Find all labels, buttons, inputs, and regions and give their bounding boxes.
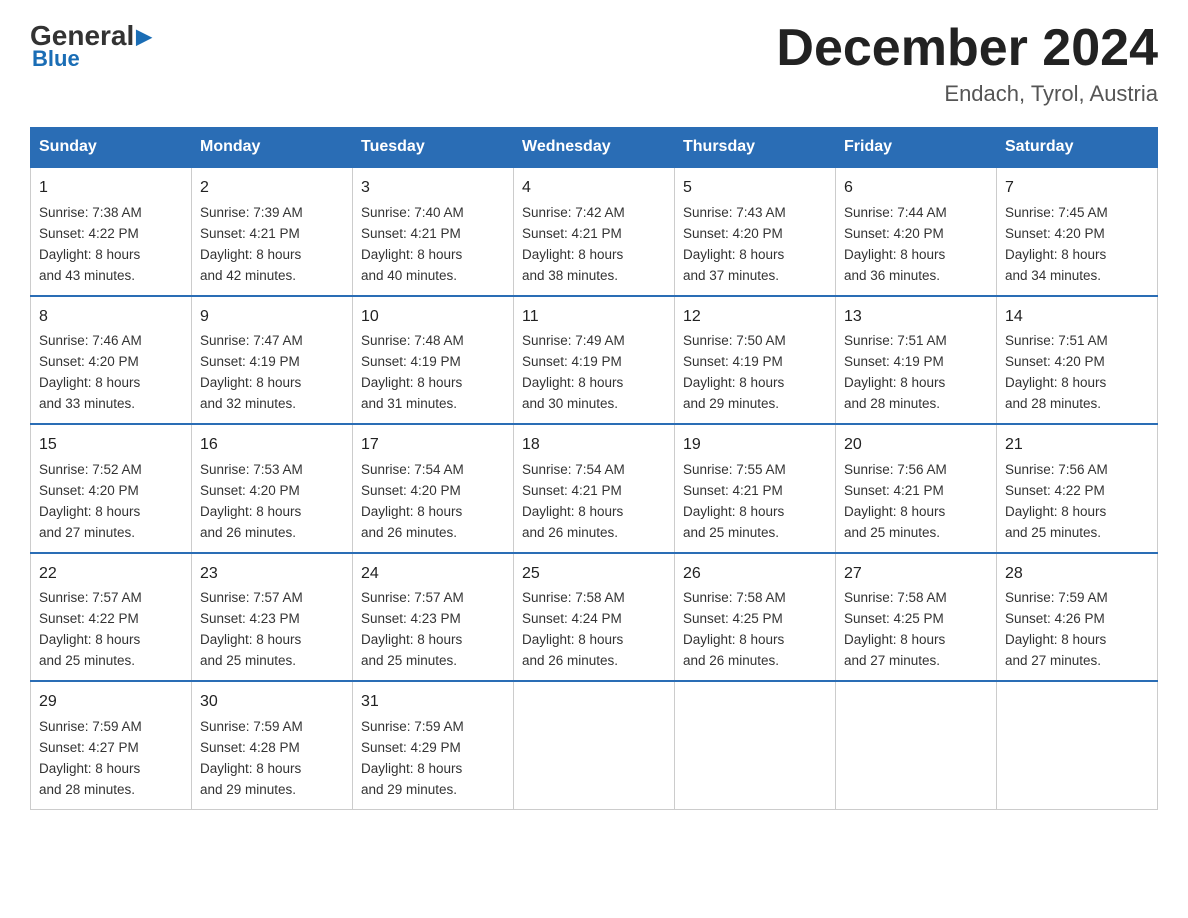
calendar-cell: 28Sunrise: 7:59 AMSunset: 4:26 PMDayligh… xyxy=(997,553,1158,681)
day-number: 28 xyxy=(1005,562,1149,587)
day-number: 11 xyxy=(522,305,666,330)
calendar-cell: 5Sunrise: 7:43 AMSunset: 4:20 PMDaylight… xyxy=(675,167,836,295)
calendar-cell: 10Sunrise: 7:48 AMSunset: 4:19 PMDayligh… xyxy=(353,296,514,424)
calendar-week-row: 22Sunrise: 7:57 AMSunset: 4:22 PMDayligh… xyxy=(31,553,1158,681)
day-number: 6 xyxy=(844,176,988,201)
day-number: 25 xyxy=(522,562,666,587)
calendar-cell: 25Sunrise: 7:58 AMSunset: 4:24 PMDayligh… xyxy=(514,553,675,681)
calendar-cell: 23Sunrise: 7:57 AMSunset: 4:23 PMDayligh… xyxy=(192,553,353,681)
day-number: 23 xyxy=(200,562,344,587)
calendar-cell: 21Sunrise: 7:56 AMSunset: 4:22 PMDayligh… xyxy=(997,424,1158,552)
calendar-cell: 7Sunrise: 7:45 AMSunset: 4:20 PMDaylight… xyxy=(997,167,1158,295)
calendar-week-row: 15Sunrise: 7:52 AMSunset: 4:20 PMDayligh… xyxy=(31,424,1158,552)
day-number: 30 xyxy=(200,690,344,715)
day-number: 5 xyxy=(683,176,827,201)
calendar-cell: 18Sunrise: 7:54 AMSunset: 4:21 PMDayligh… xyxy=(514,424,675,552)
day-number: 1 xyxy=(39,176,183,201)
calendar-cell: 17Sunrise: 7:54 AMSunset: 4:20 PMDayligh… xyxy=(353,424,514,552)
day-number: 24 xyxy=(361,562,505,587)
day-number: 20 xyxy=(844,433,988,458)
day-number: 15 xyxy=(39,433,183,458)
col-sunday: Sunday xyxy=(31,128,192,168)
day-number: 8 xyxy=(39,305,183,330)
col-friday: Friday xyxy=(836,128,997,168)
day-number: 4 xyxy=(522,176,666,201)
calendar-cell: 3Sunrise: 7:40 AMSunset: 4:21 PMDaylight… xyxy=(353,167,514,295)
calendar-cell: 11Sunrise: 7:49 AMSunset: 4:19 PMDayligh… xyxy=(514,296,675,424)
calendar-cell: 9Sunrise: 7:47 AMSunset: 4:19 PMDaylight… xyxy=(192,296,353,424)
day-number: 31 xyxy=(361,690,505,715)
day-number: 7 xyxy=(1005,176,1149,201)
calendar-cell: 31Sunrise: 7:59 AMSunset: 4:29 PMDayligh… xyxy=(353,681,514,809)
calendar-cell: 16Sunrise: 7:53 AMSunset: 4:20 PMDayligh… xyxy=(192,424,353,552)
calendar-cell: 30Sunrise: 7:59 AMSunset: 4:28 PMDayligh… xyxy=(192,681,353,809)
calendar-cell xyxy=(675,681,836,809)
calendar-cell: 1Sunrise: 7:38 AMSunset: 4:22 PMDaylight… xyxy=(31,167,192,295)
calendar-cell: 8Sunrise: 7:46 AMSunset: 4:20 PMDaylight… xyxy=(31,296,192,424)
calendar-cell xyxy=(836,681,997,809)
day-number: 13 xyxy=(844,305,988,330)
logo-blue-text: ▶ xyxy=(136,24,151,49)
col-saturday: Saturday xyxy=(997,128,1158,168)
calendar-header-row: Sunday Monday Tuesday Wednesday Thursday… xyxy=(31,128,1158,168)
location-subtitle: Endach, Tyrol, Austria xyxy=(776,81,1158,107)
col-monday: Monday xyxy=(192,128,353,168)
logo-subtitle: Blue xyxy=(32,46,80,72)
main-title: December 2024 xyxy=(776,20,1158,77)
day-number: 16 xyxy=(200,433,344,458)
day-number: 18 xyxy=(522,433,666,458)
calendar-cell: 19Sunrise: 7:55 AMSunset: 4:21 PMDayligh… xyxy=(675,424,836,552)
day-number: 26 xyxy=(683,562,827,587)
calendar-cell: 6Sunrise: 7:44 AMSunset: 4:20 PMDaylight… xyxy=(836,167,997,295)
day-number: 22 xyxy=(39,562,183,587)
day-number: 29 xyxy=(39,690,183,715)
title-block: December 2024 Endach, Tyrol, Austria xyxy=(776,20,1158,107)
calendar-cell: 29Sunrise: 7:59 AMSunset: 4:27 PMDayligh… xyxy=(31,681,192,809)
calendar-cell xyxy=(997,681,1158,809)
page-header: General ▶ Blue December 2024 Endach, Tyr… xyxy=(30,20,1158,107)
day-number: 10 xyxy=(361,305,505,330)
calendar-week-row: 8Sunrise: 7:46 AMSunset: 4:20 PMDaylight… xyxy=(31,296,1158,424)
col-wednesday: Wednesday xyxy=(514,128,675,168)
calendar-cell: 2Sunrise: 7:39 AMSunset: 4:21 PMDaylight… xyxy=(192,167,353,295)
day-number: 3 xyxy=(361,176,505,201)
day-number: 9 xyxy=(200,305,344,330)
day-number: 14 xyxy=(1005,305,1149,330)
day-number: 12 xyxy=(683,305,827,330)
logo: General ▶ Blue xyxy=(30,20,152,72)
calendar-cell: 15Sunrise: 7:52 AMSunset: 4:20 PMDayligh… xyxy=(31,424,192,552)
calendar-table: Sunday Monday Tuesday Wednesday Thursday… xyxy=(30,127,1158,809)
day-number: 27 xyxy=(844,562,988,587)
col-tuesday: Tuesday xyxy=(353,128,514,168)
calendar-cell: 26Sunrise: 7:58 AMSunset: 4:25 PMDayligh… xyxy=(675,553,836,681)
calendar-cell: 22Sunrise: 7:57 AMSunset: 4:22 PMDayligh… xyxy=(31,553,192,681)
calendar-cell: 4Sunrise: 7:42 AMSunset: 4:21 PMDaylight… xyxy=(514,167,675,295)
calendar-week-row: 1Sunrise: 7:38 AMSunset: 4:22 PMDaylight… xyxy=(31,167,1158,295)
day-number: 17 xyxy=(361,433,505,458)
calendar-cell: 12Sunrise: 7:50 AMSunset: 4:19 PMDayligh… xyxy=(675,296,836,424)
calendar-cell: 20Sunrise: 7:56 AMSunset: 4:21 PMDayligh… xyxy=(836,424,997,552)
calendar-cell: 24Sunrise: 7:57 AMSunset: 4:23 PMDayligh… xyxy=(353,553,514,681)
calendar-cell xyxy=(514,681,675,809)
col-thursday: Thursday xyxy=(675,128,836,168)
calendar-cell: 27Sunrise: 7:58 AMSunset: 4:25 PMDayligh… xyxy=(836,553,997,681)
day-number: 21 xyxy=(1005,433,1149,458)
calendar-cell: 14Sunrise: 7:51 AMSunset: 4:20 PMDayligh… xyxy=(997,296,1158,424)
calendar-cell: 13Sunrise: 7:51 AMSunset: 4:19 PMDayligh… xyxy=(836,296,997,424)
day-number: 19 xyxy=(683,433,827,458)
calendar-week-row: 29Sunrise: 7:59 AMSunset: 4:27 PMDayligh… xyxy=(31,681,1158,809)
day-number: 2 xyxy=(200,176,344,201)
